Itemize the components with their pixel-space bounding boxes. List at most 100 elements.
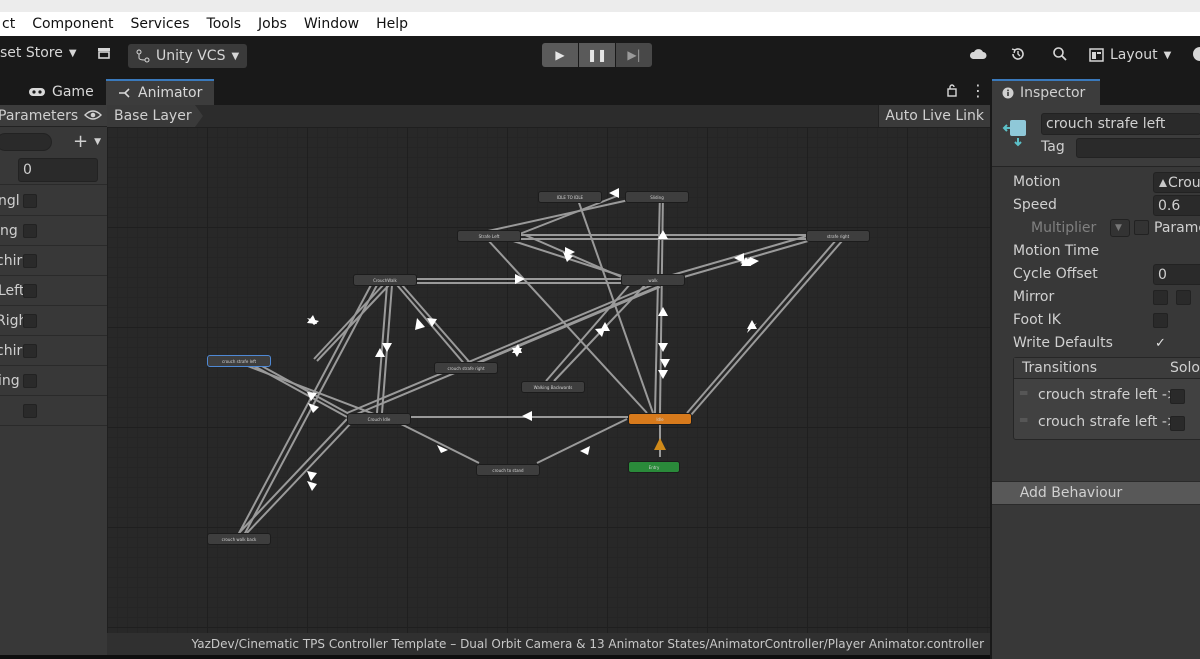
state-node-label: crouch walk back — [221, 536, 257, 542]
gamepad-icon — [29, 88, 45, 96]
solo-header-label: Solo — [1170, 360, 1200, 376]
state-node[interactable]: crouch walk back — [207, 533, 271, 545]
state-node[interactable]: strafe right — [806, 230, 870, 242]
tab-animator[interactable]: Animator — [106, 79, 215, 105]
foot-ik-checkbox[interactable] — [1153, 313, 1168, 328]
state-node[interactable]: crouch strafe right — [434, 362, 498, 374]
write-defaults-checkbox[interactable]: ✓ — [1153, 336, 1168, 351]
editor-tab-bar: Game Animator ⋮ — [0, 77, 990, 105]
state-node[interactable]: Sliding — [625, 191, 689, 203]
cloud-icon[interactable] — [969, 47, 987, 61]
parameter-name: ing — [0, 372, 20, 389]
tab-inspector-label: Inspector — [1020, 85, 1086, 101]
multiplier-dropdown[interactable]: ▼ — [1110, 219, 1130, 237]
parameter-bool-checkbox[interactable] — [23, 403, 37, 418]
parameter-search-input[interactable] — [0, 133, 52, 151]
pause-icon: ❚❚ — [586, 48, 608, 62]
motion-value: Crou — [1168, 174, 1200, 191]
parameter-bool-checkbox[interactable] — [23, 373, 37, 388]
inspector-panel: Inspector crouch strafe left Tag Motion … — [992, 77, 1200, 659]
state-node[interactable]: CrouchWalk — [353, 274, 417, 286]
controller-path-bar: YazDev/Cinematic TPS Controller Template… — [107, 633, 990, 655]
lock-icon[interactable] — [946, 83, 958, 97]
state-node-default[interactable]: Idle — [628, 413, 692, 425]
cycle-offset-input[interactable]: 0 — [1153, 264, 1200, 285]
state-node[interactable]: IDLE TO IDLE — [538, 191, 602, 203]
parameter-bool-checkbox[interactable] — [23, 193, 37, 208]
transition-label: crouch strafe left -> — [1038, 387, 1179, 403]
motion-label: Motion — [1013, 174, 1061, 190]
menu-item-jobs[interactable]: Jobs — [258, 16, 287, 32]
state-node[interactable]: Walking Backwards — [521, 381, 585, 393]
state-node[interactable]: crouch to stand — [476, 464, 540, 476]
state-name-input[interactable]: crouch strafe left — [1041, 113, 1200, 135]
speed-input[interactable]: 0.6 — [1153, 195, 1200, 216]
play-button[interactable]: ▶ — [542, 43, 578, 67]
parameter-row: chir — [0, 336, 107, 366]
breadcrumb[interactable]: Base Layer — [107, 105, 203, 127]
search-icon[interactable] — [1052, 46, 1068, 62]
step-button[interactable]: ▶| — [616, 43, 652, 67]
transition-row[interactable]: ═ crouch strafe left -> — [1014, 384, 1200, 408]
parameters-tab[interactable]: Parameters — [0, 108, 78, 124]
menu-item-project[interactable]: ct — [2, 16, 15, 32]
motion-field[interactable]: Crou — [1153, 172, 1200, 193]
package-icon[interactable] — [96, 45, 112, 61]
add-behaviour-button[interactable]: Add Behaviour — [992, 481, 1200, 505]
write-defaults-label: Write Defaults — [1013, 335, 1113, 351]
asset-store-dropdown[interactable]: set Store ▼ — [0, 45, 77, 61]
menu-item-component[interactable]: Component — [32, 16, 113, 32]
eye-icon[interactable] — [84, 109, 102, 125]
add-parameter-button[interactable]: + ▼ — [73, 131, 101, 152]
history-icon[interactable] — [1010, 46, 1026, 62]
parameter-row — [0, 396, 107, 426]
transition-solo-checkbox[interactable] — [1170, 389, 1185, 404]
parameter-bool-checkbox[interactable] — [23, 283, 37, 298]
state-node-label: crouch to stand — [492, 467, 524, 473]
state-node-label: Strafe Left — [478, 233, 500, 239]
parameter-row: chir — [0, 246, 107, 276]
tag-input[interactable] — [1076, 138, 1200, 158]
menu-item-services[interactable]: Services — [130, 16, 189, 32]
parameter-row: ngl — [0, 186, 107, 216]
tab-inspector[interactable]: Inspector — [992, 79, 1100, 105]
multiplier-parameter-checkbox[interactable] — [1134, 220, 1149, 235]
mirror-checkbox[interactable] — [1153, 290, 1168, 305]
layout-dropdown[interactable]: Layout ▼ — [1089, 47, 1171, 63]
parameter-bool-checkbox[interactable] — [23, 343, 37, 358]
parameter-name: Left — [0, 282, 25, 299]
add-behaviour-label: Add Behaviour — [1019, 485, 1123, 501]
state-node[interactable]: crouch strafe left — [207, 355, 271, 367]
state-node[interactable]: Crouch Idle — [347, 413, 411, 425]
state-node-label: crouch strafe left — [221, 358, 257, 364]
tab-game[interactable]: Game — [16, 79, 106, 105]
auto-live-link-button[interactable]: Auto Live Link — [878, 105, 990, 127]
state-node[interactable]: Strafe Left — [457, 230, 521, 242]
menu-item-help[interactable]: Help — [376, 16, 408, 32]
parameter-float-field[interactable]: 0 — [18, 158, 98, 182]
parameter-bool-checkbox[interactable] — [23, 253, 37, 268]
parameter-row: ing — [0, 366, 107, 396]
transition-solo-checkbox[interactable] — [1170, 416, 1185, 431]
unity-vcs-dropdown[interactable]: Unity VCS ▼ — [128, 44, 248, 68]
account-icon[interactable] — [1192, 46, 1200, 62]
tab-game-label: Game — [52, 84, 94, 100]
animator-graph[interactable]: IDLE TO IDLE Sliding Strafe Left strafe … — [107, 127, 990, 633]
mirror-parameter-checkbox[interactable] — [1176, 290, 1191, 305]
drag-handle-icon[interactable]: ═ — [1020, 413, 1027, 427]
menu-item-tools[interactable]: Tools — [207, 16, 242, 32]
state-node[interactable]: walk — [621, 274, 685, 286]
parameter-row: ng — [0, 216, 107, 246]
parameter-bool-checkbox[interactable] — [23, 223, 37, 238]
unity-vcs-label: Unity VCS — [156, 48, 226, 64]
parameter-name: ngl — [0, 192, 20, 209]
drag-handle-icon[interactable]: ═ — [1020, 386, 1027, 400]
state-node-label: strafe right — [826, 233, 850, 239]
kebab-menu-icon[interactable]: ⋮ — [970, 81, 986, 100]
state-node-entry[interactable]: Entry — [628, 461, 680, 473]
chevron-down-icon: ▼ — [231, 50, 240, 62]
menu-item-window[interactable]: Window — [304, 16, 359, 32]
parameter-bool-checkbox[interactable] — [23, 313, 37, 328]
transition-row[interactable]: ═ crouch strafe left -> — [1014, 411, 1200, 435]
pause-button[interactable]: ❚❚ — [579, 43, 615, 67]
